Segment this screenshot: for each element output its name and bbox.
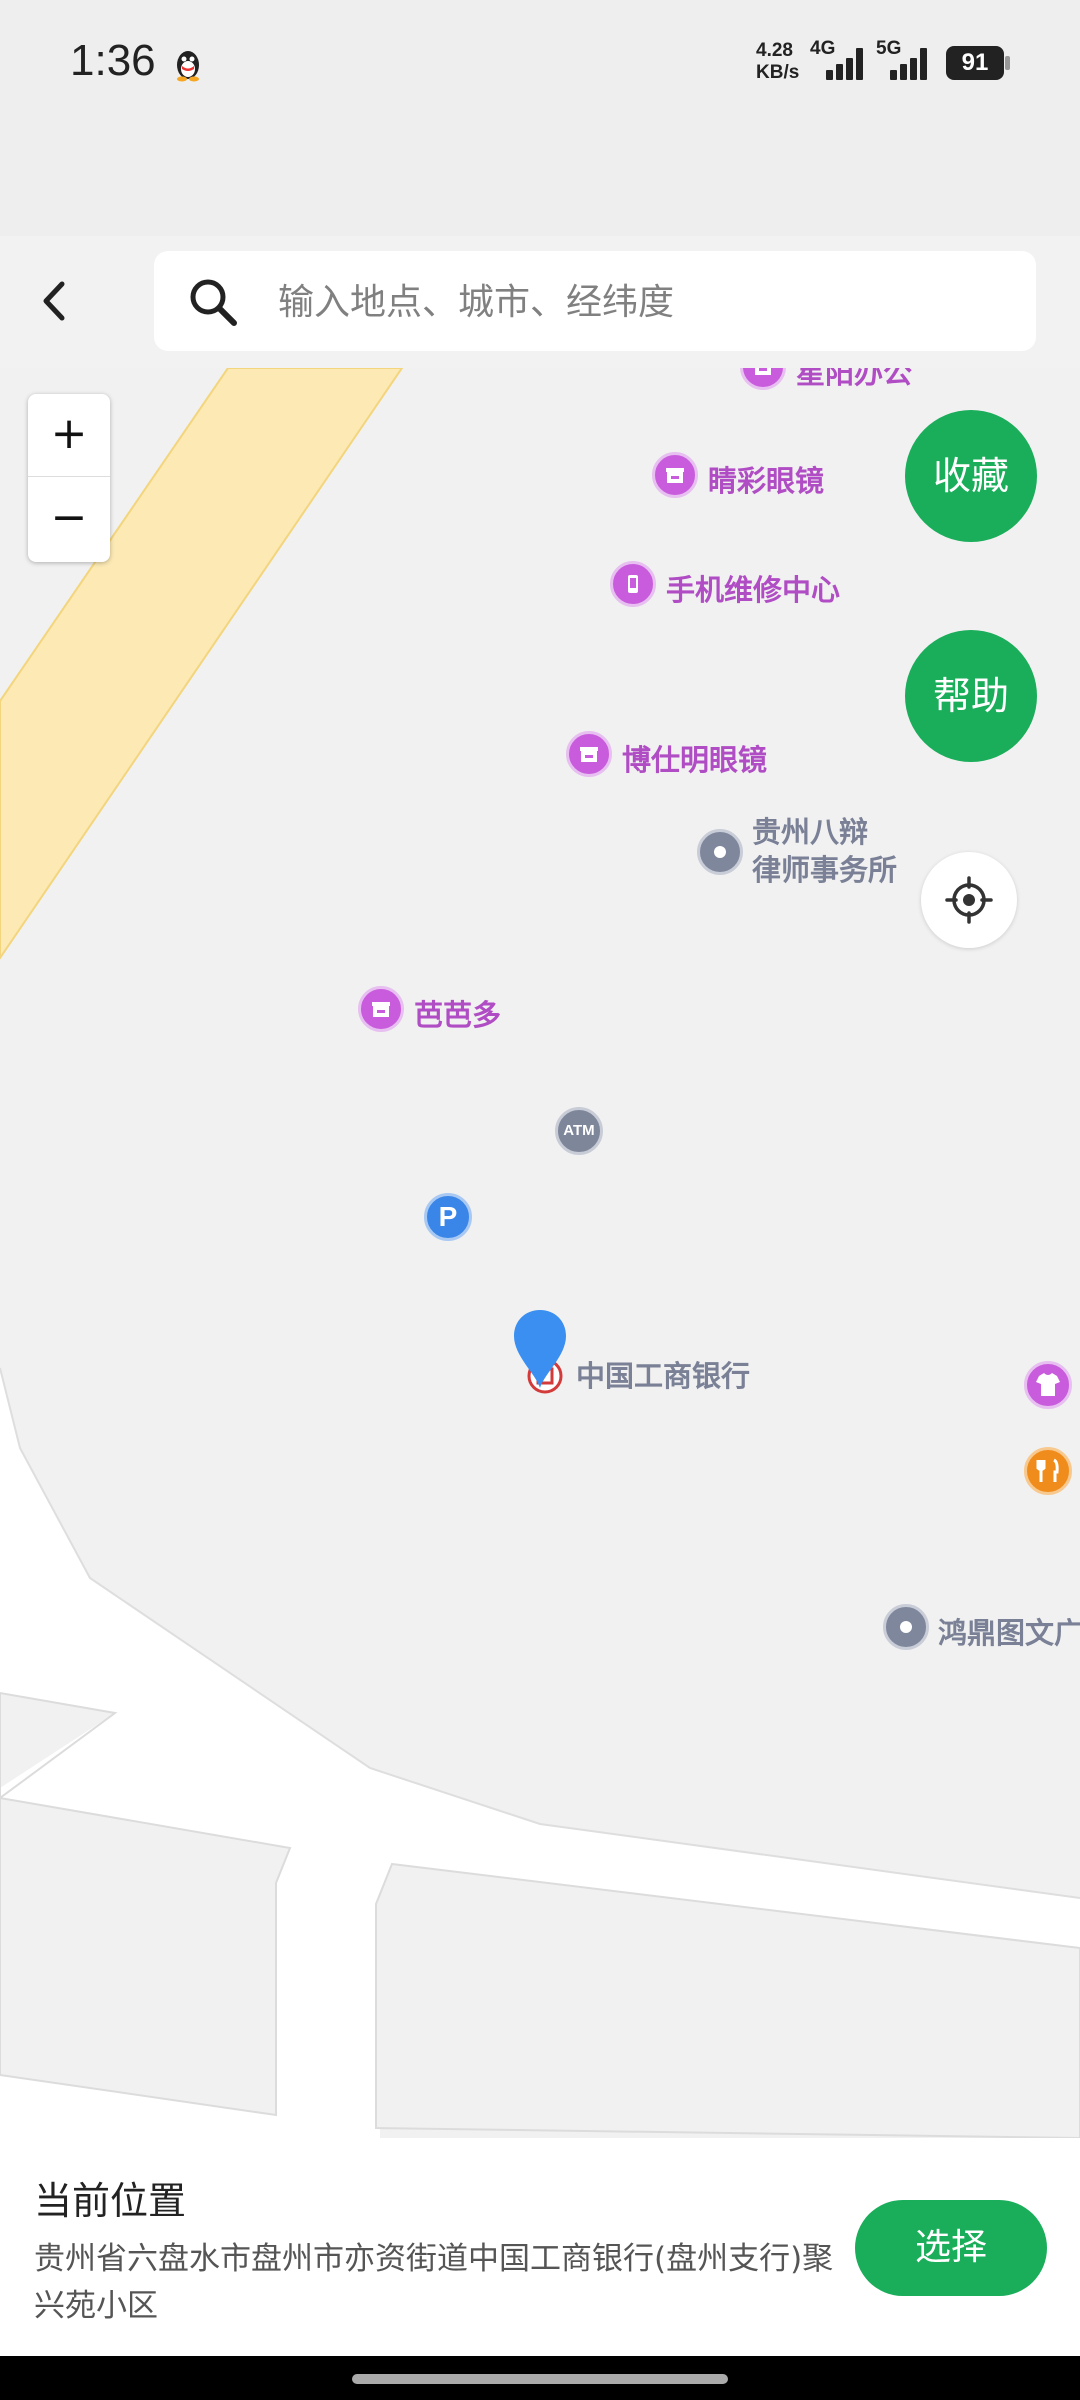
poi-label-jingcai[interactable]: 睛彩眼镜 xyxy=(708,458,824,500)
map-base-layer xyxy=(0,368,1080,2138)
poi-label-babaduo[interactable]: 芭芭多 xyxy=(414,992,501,1034)
top-bar xyxy=(0,236,1080,369)
home-indicator[interactable] xyxy=(352,2374,728,2384)
shop-icon[interactable] xyxy=(566,731,612,777)
favorite-button[interactable]: 收藏 xyxy=(905,410,1037,542)
sim1-signal-icon xyxy=(822,46,870,80)
system-nav-bar xyxy=(0,2356,1080,2400)
search-input[interactable] xyxy=(276,269,1000,335)
network-speed: 4.28 KB/s xyxy=(756,40,800,83)
poi-label-law-firm[interactable]: 贵州八辩 律师事务所 xyxy=(752,813,897,889)
help-button[interactable]: 帮助 xyxy=(905,630,1037,762)
parking-icon[interactable]: P xyxy=(424,1193,472,1241)
select-button[interactable]: 选择 xyxy=(855,2200,1047,2296)
location-pin-icon[interactable] xyxy=(510,1306,570,1390)
shop-icon[interactable] xyxy=(358,986,404,1032)
status-time: 1:36 xyxy=(70,36,156,85)
phone-icon[interactable] xyxy=(610,561,656,607)
zoom-in-button[interactable]: + xyxy=(28,394,110,477)
poi-label-icbc[interactable]: 中国工商银行 xyxy=(576,1353,750,1395)
current-location-title: 当前位置 xyxy=(34,2179,187,2223)
search-icon xyxy=(190,279,237,326)
zoom-control: + − xyxy=(28,394,110,562)
block-lower-left xyxy=(0,1796,292,2117)
zoom-out-button[interactable]: − xyxy=(28,478,110,560)
chevron-left-icon xyxy=(43,281,65,321)
place-dot-icon[interactable] xyxy=(697,829,743,875)
crosshair-icon xyxy=(945,876,993,924)
battery-tip xyxy=(1005,56,1010,70)
clothing-icon[interactable] xyxy=(1024,1361,1072,1409)
map-view[interactable]: + − 收藏 帮助 星阳办公 睛彩眼镜 手机维修中心 博仕明眼镜 贵州八辩 律师… xyxy=(0,368,1080,2138)
locate-button[interactable] xyxy=(921,852,1017,948)
poi-label-xingyang[interactable]: 星阳办公 xyxy=(796,368,912,392)
poi-label-boshiming[interactable]: 博仕明眼镜 xyxy=(622,737,767,779)
back-button[interactable] xyxy=(30,266,80,336)
current-location-address: 贵州省六盘水市盘州市亦资街道中国工商银行(盘州支行)聚兴苑小区 xyxy=(34,2241,834,2324)
place-dot-icon[interactable] xyxy=(883,1604,929,1650)
poi-label-hongding[interactable]: 鸿鼎图文广 xyxy=(938,1610,1080,1652)
status-bar: 1:36 4.28 KB/s 4G 5G 91 xyxy=(0,0,1080,236)
sim2-signal-icon xyxy=(886,46,934,80)
battery-icon: 91 xyxy=(946,46,1004,80)
qq-penguin-icon xyxy=(177,51,199,82)
shop-icon[interactable] xyxy=(652,452,698,498)
restaurant-icon[interactable] xyxy=(1024,1447,1072,1495)
current-location-panel: 当前位置 贵州省六盘水市盘州市亦资街道中国工商银行(盘州支行)聚兴苑小区 选择 xyxy=(0,2138,1080,2356)
atm-icon[interactable]: ATM xyxy=(555,1107,603,1155)
search-box[interactable] xyxy=(154,251,1036,351)
poi-label-phone-repair[interactable]: 手机维修中心 xyxy=(666,567,840,609)
